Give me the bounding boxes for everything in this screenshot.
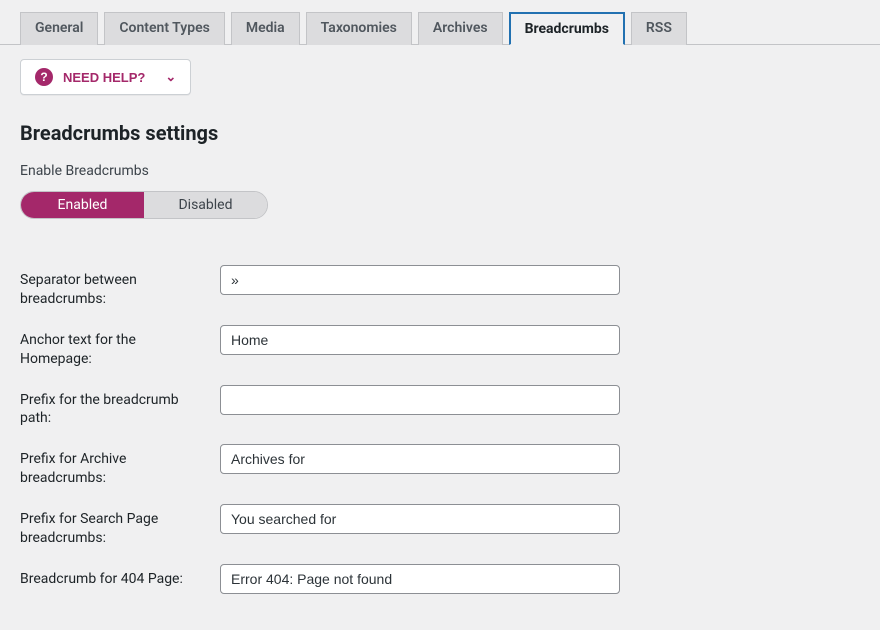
tab-archives[interactable]: Archives [418, 12, 503, 45]
section-title: Breadcrumbs settings [20, 121, 860, 145]
tab-taxonomies[interactable]: Taxonomies [306, 12, 412, 45]
enable-toggle[interactable]: Enabled Disabled [20, 191, 268, 219]
tab-breadcrumbs[interactable]: Breadcrumbs [509, 12, 625, 45]
prefix-archive-label: Prefix for Archive breadcrumbs: [20, 444, 206, 488]
chevron-down-icon: ⌄ [165, 69, 176, 85]
separator-label: Separator between breadcrumbs: [20, 265, 206, 309]
tabs-bar: General Content Types Media Taxonomies A… [0, 0, 880, 45]
separator-input[interactable] [220, 265, 620, 295]
need-help-button[interactable]: ? NEED HELP? ⌄ [20, 59, 191, 95]
prefix-archive-input[interactable] [220, 444, 620, 474]
toggle-enabled[interactable]: Enabled [21, 192, 144, 218]
error404-label: Breadcrumb for 404 Page: [20, 564, 206, 589]
prefix-search-label: Prefix for Search Page breadcrumbs: [20, 504, 206, 548]
error404-input[interactable] [220, 564, 620, 594]
tab-content-types[interactable]: Content Types [104, 12, 224, 45]
prefix-path-input[interactable] [220, 385, 620, 415]
anchor-label: Anchor text for the Homepage: [20, 325, 206, 369]
prefix-path-label: Prefix for the breadcrumb path: [20, 385, 206, 429]
tab-rss[interactable]: RSS [631, 12, 687, 45]
need-help-label: NEED HELP? [63, 70, 145, 85]
enable-breadcrumbs-label: Enable Breadcrumbs [20, 163, 860, 179]
tab-media[interactable]: Media [231, 12, 300, 45]
anchor-input[interactable] [220, 325, 620, 355]
question-icon: ? [35, 68, 53, 86]
tab-general[interactable]: General [20, 12, 98, 45]
toggle-disabled[interactable]: Disabled [144, 192, 267, 218]
prefix-search-input[interactable] [220, 504, 620, 534]
